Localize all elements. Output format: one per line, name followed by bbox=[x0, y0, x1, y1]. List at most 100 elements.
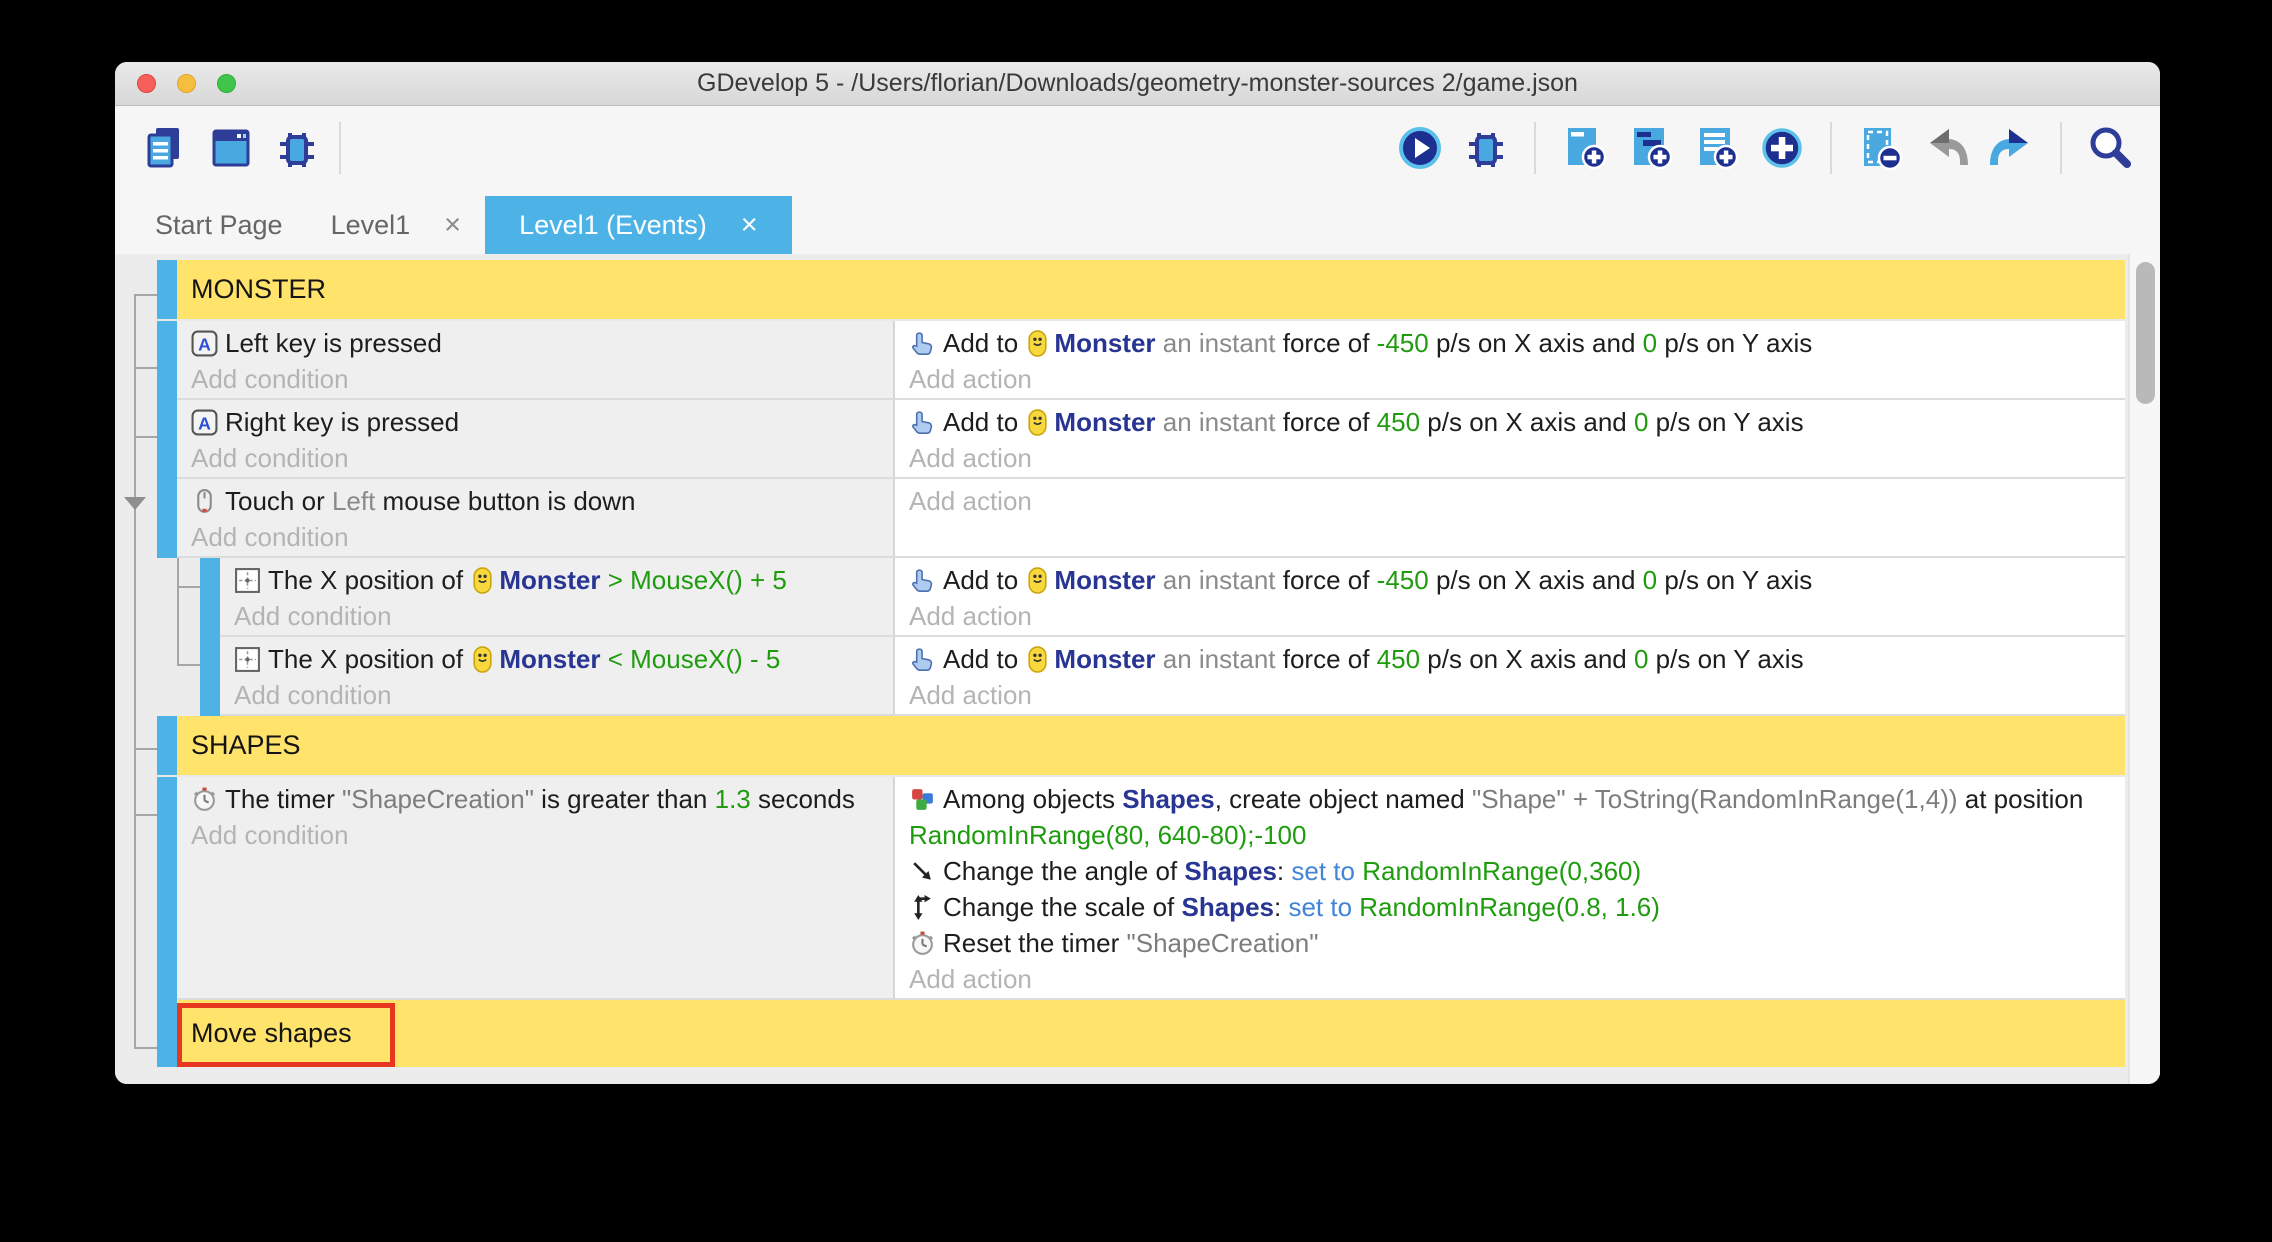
standard-event-row[interactable]: The timer "ShapeCreation" is greater tha… bbox=[157, 777, 2125, 1000]
conditions-cell[interactable]: The X position of Monster > MouseX() + 5… bbox=[220, 558, 895, 635]
actions-cell[interactable]: Add action bbox=[895, 479, 2125, 556]
timer-icon bbox=[191, 786, 218, 813]
add-action-button[interactable]: Add action bbox=[909, 598, 2115, 634]
toolbar-separator bbox=[1830, 122, 1832, 174]
play-icon[interactable] bbox=[1396, 124, 1444, 172]
add-event-icon[interactable] bbox=[1560, 124, 1608, 172]
actions-cell[interactable]: Add to Monster an instant force of 450 p… bbox=[895, 400, 2125, 477]
conditions-cell[interactable]: The X position of Monster < MouseX() - 5… bbox=[220, 637, 895, 714]
condition[interactable]: ALeft key is pressed bbox=[191, 325, 883, 361]
tab-close-icon[interactable]: × bbox=[444, 211, 461, 240]
add-condition-button[interactable]: Add condition bbox=[191, 817, 883, 853]
event-highlight-bar bbox=[157, 777, 177, 1000]
title-bar: GDevelop 5 - /Users/florian/Downloads/ge… bbox=[115, 62, 2160, 106]
add-condition-button[interactable]: Add condition bbox=[191, 519, 883, 555]
condition[interactable]: ARight key is pressed bbox=[191, 404, 883, 440]
monster-icon bbox=[1027, 567, 1048, 594]
condition[interactable]: The timer "ShapeCreation" is greater tha… bbox=[191, 781, 883, 817]
action[interactable]: Add to Monster an instant force of -450 … bbox=[909, 562, 2115, 598]
actions-cell[interactable]: Add to Monster an instant force of -450 … bbox=[895, 558, 2125, 635]
conditions-cell[interactable]: The timer "ShapeCreation" is greater tha… bbox=[177, 777, 895, 998]
add-subevent-icon[interactable] bbox=[1626, 124, 1674, 172]
group-label[interactable]: MONSTER bbox=[177, 260, 2125, 319]
action[interactable]: Change the angle of Shapes: set to Rando… bbox=[909, 853, 2115, 889]
group-event-row[interactable]: MONSTER bbox=[157, 260, 2125, 321]
group-label[interactable]: Move shapes bbox=[177, 1000, 2125, 1067]
mouse-icon bbox=[191, 488, 218, 515]
action[interactable]: Reset the timer "ShapeCreation" bbox=[909, 925, 2115, 961]
conditions-cell[interactable]: ARight key is pressedAdd condition bbox=[177, 400, 895, 477]
conditions-cell[interactable]: ALeft key is pressedAdd condition bbox=[177, 321, 895, 398]
add-condition-button[interactable]: Add condition bbox=[191, 440, 883, 476]
tab-start-page[interactable]: Start Page bbox=[131, 196, 307, 254]
standard-event-row[interactable]: ARight key is pressedAdd condition Add to… bbox=[157, 400, 2125, 479]
redo-icon[interactable] bbox=[1988, 124, 2036, 172]
scrollbar-track[interactable] bbox=[2128, 254, 2160, 1084]
add-action-button[interactable]: Add action bbox=[909, 677, 2115, 713]
tab-level1[interactable]: Level1 × bbox=[307, 196, 486, 254]
monster-icon bbox=[1027, 330, 1048, 357]
standard-event-row[interactable]: The X position of Monster < MouseX() - 5… bbox=[200, 637, 2125, 716]
tab-close-icon[interactable]: × bbox=[741, 211, 758, 240]
toolbar-separator bbox=[2060, 122, 2062, 174]
add-action-button[interactable]: Add action bbox=[909, 961, 2115, 997]
condition[interactable]: The X position of Monster > MouseX() + 5 bbox=[234, 562, 883, 598]
hand-icon bbox=[909, 567, 936, 594]
toolbar-separator bbox=[1534, 122, 1536, 174]
action[interactable]: Add to Monster an instant force of 450 p… bbox=[909, 404, 2115, 440]
event-highlight-bar bbox=[200, 637, 220, 716]
debugger-icon[interactable] bbox=[273, 124, 321, 172]
editor-tab-bar: Start PageLevel1×Level1 (Events)× bbox=[115, 190, 2160, 254]
add-circle-icon[interactable] bbox=[1758, 124, 1806, 172]
group-event-row[interactable]: Move shapes bbox=[157, 1000, 2125, 1067]
standard-event-row[interactable]: Touch or Left mouse button is downAdd co… bbox=[157, 479, 2125, 558]
conditions-cell[interactable]: Touch or Left mouse button is downAdd co… bbox=[177, 479, 895, 556]
svg-text:A: A bbox=[198, 413, 211, 433]
add-condition-button[interactable]: Add condition bbox=[234, 598, 883, 634]
search-icon[interactable] bbox=[2086, 124, 2134, 172]
actions-cell[interactable]: Add to Monster an instant force of 450 p… bbox=[895, 637, 2125, 714]
position-icon bbox=[234, 646, 261, 673]
monster-icon bbox=[472, 646, 493, 673]
timer-icon bbox=[909, 930, 936, 957]
scale-icon bbox=[909, 894, 936, 921]
event-rows: MONSTERALeft key is pressedAdd condition… bbox=[115, 260, 2128, 1067]
action[interactable]: Add to Monster an instant force of -450 … bbox=[909, 325, 2115, 361]
add-comment-icon[interactable] bbox=[1692, 124, 1740, 172]
standard-event-row[interactable]: ALeft key is pressedAdd condition Add to … bbox=[157, 321, 2125, 400]
undo-icon[interactable] bbox=[1922, 124, 1970, 172]
add-condition-button[interactable]: Add condition bbox=[191, 361, 883, 397]
debug-game-icon[interactable] bbox=[1462, 124, 1510, 172]
close-window-button[interactable] bbox=[137, 74, 156, 93]
event-highlight-bar bbox=[157, 716, 177, 775]
svg-text:A: A bbox=[198, 334, 211, 354]
scene-editor-icon[interactable] bbox=[207, 124, 255, 172]
add-action-button[interactable]: Add action bbox=[909, 483, 2115, 519]
event-highlight-bar bbox=[157, 400, 177, 479]
action[interactable]: Among objects Shapes, create object name… bbox=[909, 781, 2115, 853]
hand-icon bbox=[909, 646, 936, 673]
tab-level1-events[interactable]: Level1 (Events)× bbox=[485, 196, 792, 254]
actions-cell[interactable]: Add to Monster an instant force of -450 … bbox=[895, 321, 2125, 398]
actions-cell[interactable]: Among objects Shapes, create object name… bbox=[895, 777, 2125, 998]
remove-event-icon[interactable] bbox=[1856, 124, 1904, 172]
tab-label: Start Page bbox=[155, 210, 283, 241]
angle-icon bbox=[909, 858, 936, 885]
group-label[interactable]: SHAPES bbox=[177, 716, 2125, 775]
group-event-row[interactable]: SHAPES bbox=[157, 716, 2125, 777]
action[interactable]: Change the scale of Shapes: set to Rando… bbox=[909, 889, 2115, 925]
condition[interactable]: The X position of Monster < MouseX() - 5 bbox=[234, 641, 883, 677]
event-highlight-bar bbox=[157, 260, 177, 319]
minimize-window-button[interactable] bbox=[177, 74, 196, 93]
scrollbar-thumb[interactable] bbox=[2136, 262, 2155, 404]
zoom-window-button[interactable] bbox=[217, 74, 236, 93]
project-manager-icon[interactable] bbox=[141, 124, 189, 172]
main-toolbar bbox=[115, 106, 2160, 190]
add-action-button[interactable]: Add action bbox=[909, 361, 2115, 397]
add-action-button[interactable]: Add action bbox=[909, 440, 2115, 476]
add-condition-button[interactable]: Add condition bbox=[234, 677, 883, 713]
condition[interactable]: Touch or Left mouse button is down bbox=[191, 483, 883, 519]
standard-event-row[interactable]: The X position of Monster > MouseX() + 5… bbox=[200, 558, 2125, 637]
action[interactable]: Add to Monster an instant force of 450 p… bbox=[909, 641, 2115, 677]
tab-label: Level1 bbox=[331, 210, 411, 241]
